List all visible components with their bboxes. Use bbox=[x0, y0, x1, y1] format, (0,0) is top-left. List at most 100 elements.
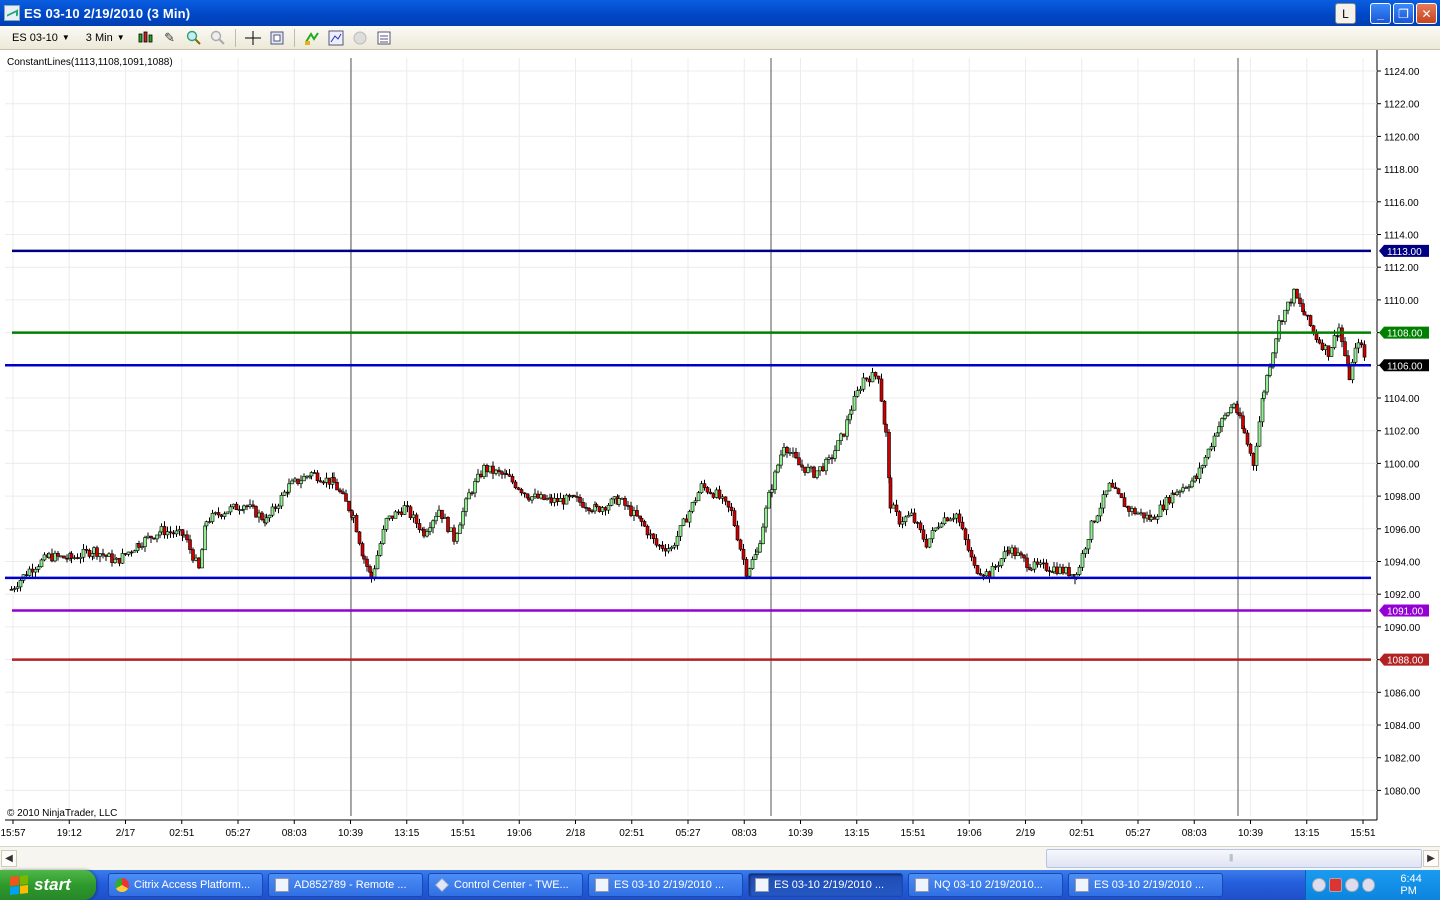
down-candle bbox=[629, 505, 633, 516]
up-candle bbox=[909, 512, 914, 516]
x-tick-label: 2/17 bbox=[116, 828, 136, 839]
properties-icon[interactable] bbox=[268, 29, 286, 47]
start-button[interactable]: start bbox=[0, 870, 96, 900]
instrument-label: ES 03-10 bbox=[12, 31, 58, 44]
scroll-left-arrow-icon[interactable]: ◀ bbox=[1, 850, 17, 867]
taskbar-item[interactable]: Citrix Access Platform... bbox=[108, 873, 263, 897]
up-candle bbox=[351, 515, 356, 518]
up-candle bbox=[228, 506, 233, 513]
link-button[interactable]: L bbox=[1335, 3, 1356, 24]
down-candle bbox=[542, 494, 546, 500]
drawing-tool-icon[interactable]: ✎ bbox=[161, 29, 179, 47]
up-candle bbox=[750, 559, 755, 569]
crosshair-icon[interactable] bbox=[244, 29, 262, 47]
down-candle bbox=[341, 491, 345, 495]
tray-app-icon[interactable] bbox=[1328, 878, 1343, 892]
restore-button[interactable]: ❐ bbox=[1393, 3, 1414, 24]
down-candle bbox=[1161, 504, 1166, 511]
up-candle bbox=[231, 503, 236, 508]
taskbar-item[interactable]: ES 03-10 2/19/2010 ... bbox=[588, 873, 743, 897]
up-candle bbox=[146, 535, 150, 538]
zoom-in-icon[interactable] bbox=[185, 29, 203, 47]
minimize-button[interactable]: _ bbox=[1370, 3, 1391, 24]
down-candle bbox=[897, 511, 902, 525]
down-candle bbox=[24, 574, 29, 576]
up-candle bbox=[1265, 375, 1269, 393]
up-candle bbox=[257, 512, 261, 518]
close-button[interactable]: ✕ bbox=[1416, 3, 1437, 24]
down-candle bbox=[918, 522, 923, 531]
up-candle bbox=[437, 509, 441, 517]
down-candle bbox=[1172, 492, 1176, 496]
down-candle bbox=[123, 553, 128, 555]
taskbar-item[interactable]: AD852789 - Remote ... bbox=[268, 873, 423, 897]
up-candle bbox=[533, 493, 537, 497]
chart-panel[interactable]: 1124.00 1122.00 1120.00 1118.00 1116.00 1114.… bbox=[0, 50, 1440, 846]
up-candle bbox=[1038, 562, 1043, 565]
taskbar-item[interactable]: ES 03-10 2/19/2010 ... bbox=[1068, 873, 1223, 897]
up-candle bbox=[126, 551, 131, 555]
down-candle bbox=[504, 473, 509, 475]
price-flag-label: 1108.00 bbox=[1387, 329, 1423, 340]
data-box-icon[interactable] bbox=[375, 29, 393, 47]
up-candle bbox=[309, 472, 314, 477]
down-candle bbox=[584, 506, 588, 509]
instrument-selector[interactable]: ES 03-10 ▼ bbox=[8, 29, 76, 47]
down-candle bbox=[794, 451, 798, 459]
chrome-icon bbox=[115, 878, 129, 892]
y-tick-label: 1098.00 bbox=[1384, 492, 1421, 503]
down-candle bbox=[171, 532, 176, 535]
down-candle bbox=[396, 511, 401, 514]
up-candle bbox=[276, 505, 281, 509]
taskbar-item[interactable]: Control Center - TWE... bbox=[428, 873, 583, 897]
taskbar-item-active[interactable]: ES 03-10 2/19/2010 ... bbox=[748, 873, 903, 897]
horizontal-scrollbar[interactable]: ◀ ▶ bbox=[0, 846, 1440, 870]
taskbar-item[interactable]: NQ 03-10 2/19/2010... bbox=[908, 873, 1063, 897]
tray-volume-icon[interactable] bbox=[1361, 878, 1376, 892]
taskbar: start Citrix Access Platform... AD852789… bbox=[0, 870, 1440, 900]
up-candle bbox=[861, 377, 866, 390]
down-candle bbox=[110, 553, 114, 563]
price-flag-label: 1106.00 bbox=[1387, 361, 1423, 372]
x-tick-label: 10:39 bbox=[338, 828, 363, 839]
up-candle bbox=[114, 557, 119, 560]
up-candle bbox=[1212, 435, 1217, 447]
down-candle bbox=[513, 481, 518, 489]
price-chart[interactable]: 1124.00 1122.00 1120.00 1118.00 1116.00 1114.… bbox=[0, 50, 1440, 846]
down-candle bbox=[800, 464, 804, 468]
up-candle bbox=[720, 496, 725, 499]
up-candle bbox=[461, 511, 465, 526]
up-candle bbox=[12, 588, 17, 590]
y-tick-label: 1120.00 bbox=[1384, 132, 1420, 143]
up-candle bbox=[264, 517, 269, 524]
scroll-thumb[interactable] bbox=[1046, 849, 1422, 868]
up-candle bbox=[384, 518, 389, 530]
up-candle bbox=[1130, 508, 1134, 512]
y-tick-label: 1094.00 bbox=[1384, 558, 1421, 569]
tray-network-icon[interactable] bbox=[1345, 878, 1359, 892]
down-candle bbox=[1242, 428, 1247, 434]
interval-selector[interactable]: 3 Min ▼ bbox=[82, 29, 131, 47]
tray-expand-icon[interactable] bbox=[1312, 878, 1326, 892]
down-candle bbox=[1343, 341, 1347, 356]
down-candle bbox=[365, 558, 369, 567]
down-candle bbox=[65, 557, 69, 560]
up-candle bbox=[779, 454, 783, 466]
down-candle bbox=[957, 513, 962, 523]
up-candle bbox=[948, 518, 953, 522]
scroll-right-arrow-icon[interactable]: ▶ bbox=[1423, 850, 1439, 867]
up-candle bbox=[120, 553, 125, 564]
up-candle bbox=[27, 568, 32, 576]
zoom-out-icon[interactable] bbox=[209, 29, 227, 47]
up-candle bbox=[18, 580, 23, 588]
strategies-icon[interactable] bbox=[303, 29, 321, 47]
chart-style-icon[interactable] bbox=[137, 29, 155, 47]
down-candle bbox=[888, 477, 893, 509]
up-candle bbox=[852, 396, 857, 411]
up-candle bbox=[755, 551, 759, 555]
up-candle bbox=[494, 469, 498, 474]
indicators-icon[interactable] bbox=[327, 29, 345, 47]
down-candle bbox=[729, 506, 734, 511]
down-candle bbox=[390, 515, 395, 519]
down-candle bbox=[408, 506, 413, 519]
